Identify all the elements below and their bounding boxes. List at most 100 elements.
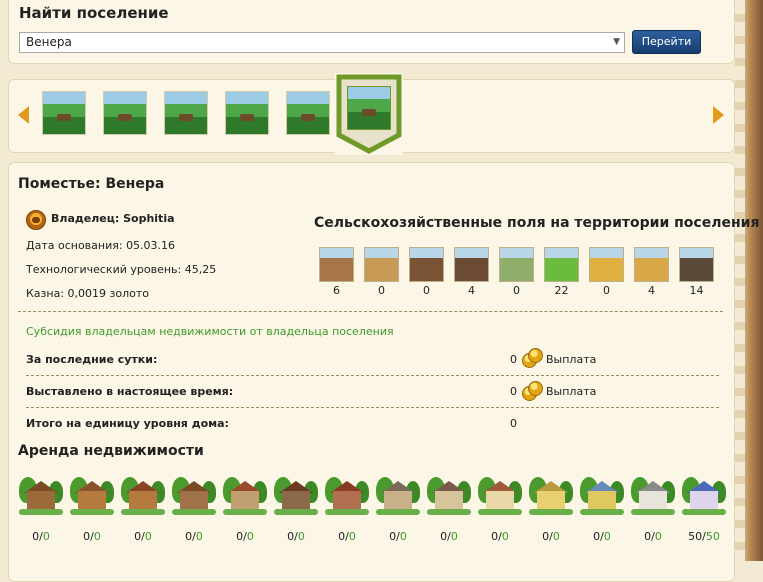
field-count: 4 [648, 284, 655, 297]
rent-count: 0/0 [32, 530, 50, 543]
chevron-down-icon[interactable]: ▼ [613, 33, 620, 52]
rent-count: 0/0 [491, 530, 509, 543]
house-icon[interactable] [427, 473, 471, 517]
rent-count: 0/0 [338, 530, 356, 543]
field-count: 0 [378, 284, 385, 297]
house-icon[interactable] [682, 473, 726, 517]
rent-count: 50/50 [688, 530, 720, 543]
estate-panel: Поместье: Венера Владелец: Sophitia Дата… [8, 162, 759, 582]
rent-count: 0/0 [542, 530, 560, 543]
rent-available: 0 [246, 530, 254, 543]
per-level-label: Итого на единицу уровня дома: [26, 417, 229, 430]
field-count: 4 [468, 284, 475, 297]
house-icon[interactable] [631, 473, 675, 517]
house-icon[interactable] [478, 473, 522, 517]
divider [26, 375, 719, 376]
field-count: 0 [513, 284, 520, 297]
gold-coins-icon [522, 348, 543, 368]
rent-available: 0 [93, 530, 101, 543]
field-tile [544, 247, 579, 282]
field-tile [499, 247, 534, 282]
settlement-thumbnail[interactable] [42, 91, 86, 135]
settlement-thumbnail[interactable] [225, 91, 269, 135]
rent-available: 0 [654, 530, 662, 543]
field-tile [634, 247, 669, 282]
go-button[interactable]: Перейти [632, 30, 701, 54]
per-level-value: 0 [510, 417, 517, 430]
field-count: 6 [333, 284, 340, 297]
rent-count: 0/0 [185, 530, 203, 543]
field-count: 0 [603, 284, 610, 297]
settlement-select[interactable]: Венера ▼ [19, 32, 625, 53]
house-icon[interactable] [376, 473, 420, 517]
subsidy-title: Субсидия владельцам недвижимости от влад… [26, 325, 394, 338]
house-icon[interactable] [274, 473, 318, 517]
house-icon[interactable] [172, 473, 216, 517]
owner-avatar-icon [26, 210, 46, 230]
field-count: 0 [423, 284, 430, 297]
settlement-thumbnail[interactable] [286, 91, 330, 135]
rent-count: 0/0 [134, 530, 152, 543]
rent-available: 0 [501, 530, 509, 543]
settlement-carousel [8, 73, 735, 155]
rent-available: 0 [348, 530, 356, 543]
rent-available: 0 [42, 530, 50, 543]
rent-count: 0/0 [389, 530, 407, 543]
rent-count: 0/0 [287, 530, 305, 543]
fields-title: Сельскохозяйственные поля на территории … [314, 215, 760, 231]
rent-available: 0 [399, 530, 407, 543]
search-panel: Найти поселение Венера ▼ Перейти [8, 0, 735, 64]
divider [18, 311, 723, 312]
field-tile [409, 247, 444, 282]
rent-title: Аренда недвижимости [18, 443, 204, 459]
house-icon[interactable] [121, 473, 165, 517]
arrow-right-icon[interactable] [713, 106, 724, 124]
house-icon[interactable] [580, 473, 624, 517]
current-value: 0 [510, 385, 517, 398]
active-thumbnail-frame [335, 73, 403, 155]
arrow-left-icon[interactable] [18, 106, 29, 124]
field-tile [364, 247, 399, 282]
rent-count: 0/0 [83, 530, 101, 543]
search-title: Найти поселение [19, 4, 169, 22]
settlement-thumbnail[interactable] [164, 91, 208, 135]
field-count: 22 [554, 284, 569, 297]
rent-available: 0 [195, 530, 203, 543]
parchment-edge [735, 0, 763, 561]
rent-count: 0/0 [593, 530, 611, 543]
rent-available: 0 [603, 530, 611, 543]
rent-count: 0/0 [644, 530, 662, 543]
rent-available: 0 [297, 530, 305, 543]
house-icon[interactable] [223, 473, 267, 517]
current-label: Выставлено в настоящее время: [26, 385, 234, 398]
field-tile [589, 247, 624, 282]
house-icon[interactable] [70, 473, 114, 517]
current-payout: Выплата [546, 385, 597, 398]
rent-available: 0 [144, 530, 152, 543]
settlement-thumbnail[interactable] [103, 91, 147, 135]
field-tile [679, 247, 714, 282]
field-tile [454, 247, 489, 282]
rent-available: 0 [450, 530, 458, 543]
field-tile [319, 247, 354, 282]
house-icon[interactable] [325, 473, 369, 517]
settlement-thumbnail-active[interactable] [347, 86, 391, 130]
estate-title: Поместье: Венера [18, 176, 165, 192]
divider [26, 407, 719, 408]
field-count: 14 [689, 284, 704, 297]
last-day-label: За последние сутки: [26, 353, 158, 366]
owner-label[interactable]: Владелец: Sophitia [51, 212, 175, 225]
settlement-select-value: Венера [26, 35, 72, 49]
gold-coins-icon [522, 381, 543, 401]
rent-count: 0/0 [440, 530, 458, 543]
house-icon[interactable] [19, 473, 63, 517]
rent-count: 0/0 [236, 530, 254, 543]
rent-available: 50 [705, 530, 720, 543]
house-icon[interactable] [529, 473, 573, 517]
tech-level: Технологический уровень: 45,25 [26, 263, 217, 276]
founded-date: Дата основания: 05.03.16 [26, 239, 176, 252]
rent-occupied: 50 [688, 530, 703, 543]
rent-available: 0 [552, 530, 560, 543]
treasury: Казна: 0,0019 золото [26, 287, 149, 300]
last-day-value: 0 [510, 353, 517, 366]
